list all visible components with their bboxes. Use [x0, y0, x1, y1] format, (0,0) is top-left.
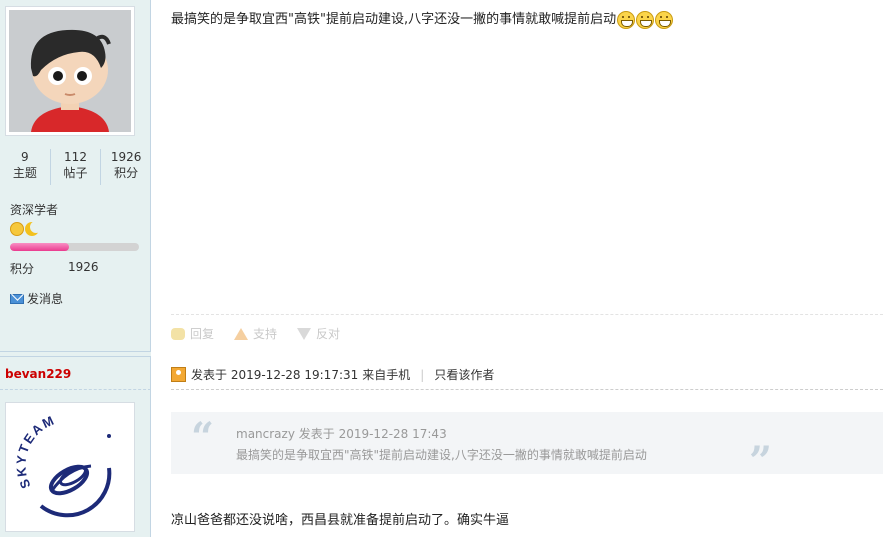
score-label: 积分 [10, 262, 35, 276]
online-status-icon [171, 367, 186, 382]
score-value: 1926 [68, 260, 99, 274]
stat-value: 1926 [110, 150, 142, 164]
post-text: 凉山爸爸都还没说啥，西昌县就准备提前启动了。确实牛逼 [171, 513, 510, 528]
moon-icon [25, 221, 42, 236]
reply-label: 回复 [190, 327, 215, 341]
post-body: 最搞笑的是争取宜西"高铁"提前启动建设,八字还没一撇的事情就敢喊提前启动 [171, 10, 674, 30]
thumbs-down-icon [297, 327, 312, 340]
open-quote-icon: “ [191, 414, 215, 461]
author-sidebar: 9 主题 112 帖子 1926 积分 资深学者 积分 1926 发消息 bev… [0, 0, 151, 537]
oppose-button[interactable]: 反对 [297, 325, 340, 342]
close-quote-icon: ” [749, 438, 773, 485]
oppose-label: 反对 [316, 327, 341, 341]
meta-divider-line [171, 389, 883, 390]
post-timestamp: 发表于 2019-12-28 19:17:31 [191, 368, 359, 382]
post-source: 来自手机 [362, 368, 411, 382]
username-link[interactable]: bevan229 [5, 367, 71, 381]
stat-credits[interactable]: 1926 积分 [100, 149, 151, 185]
logo-lettering: SKYTEAM [13, 412, 55, 491]
reply-button[interactable]: 回复 [171, 325, 214, 342]
post-actions: 回复 支持 反对 [171, 325, 340, 342]
grin-icon [617, 11, 636, 29]
quote-author: mancrazy 发表于 2019-12-28 17:43 [236, 427, 447, 441]
cartoon-boy-avatar-icon [9, 10, 131, 132]
quote-block: “ mancrazy 发表于 2019-12-28 17:43 最搞笑的是争取宜… [171, 412, 883, 482]
grin-icon [655, 11, 674, 29]
rank-icons [10, 221, 42, 236]
support-label: 支持 [253, 327, 278, 341]
post-text: 最搞笑的是争取宜西"高铁"提前启动建设,八字还没一撇的事情就敢喊提前启动 [171, 12, 617, 27]
grin-icon [636, 11, 655, 29]
author-stats: 9 主题 112 帖子 1926 积分 [0, 149, 151, 185]
quote-text: 最搞笑的是争取宜西"高铁"提前启动建设,八字还没一撇的事情就敢喊提前启动 [236, 448, 647, 462]
avatar[interactable]: SKYTEAM [5, 402, 135, 532]
only-author-link[interactable]: 只看该作者 [434, 366, 494, 383]
stat-label: 主题 [12, 166, 37, 180]
user-rank[interactable]: 资深学者 [10, 201, 58, 218]
score-row: 积分 1926 [10, 260, 140, 277]
sidebar-divider [0, 389, 151, 390]
stat-threads[interactable]: 9 主题 [0, 149, 50, 185]
avatar[interactable] [5, 6, 135, 136]
stat-value: 9 [21, 150, 29, 164]
post-actions-divider [171, 314, 883, 315]
sun-icon [10, 222, 24, 236]
thumbs-up-icon [234, 327, 249, 340]
send-message-label: 发消息 [27, 292, 64, 306]
stat-value: 112 [64, 150, 87, 164]
stat-posts[interactable]: 112 帖子 [49, 149, 101, 185]
avatar-image [9, 10, 131, 132]
skyteam-logo-icon: SKYTEAM [13, 412, 112, 518]
post-content-area: 最搞笑的是争取宜西"高铁"提前启动建设,八字还没一撇的事情就敢喊提前启动 回复 … [151, 0, 883, 537]
rank-progress-fill [10, 243, 70, 251]
reply-icon [171, 327, 185, 340]
envelope-icon [10, 293, 24, 304]
support-button[interactable]: 支持 [234, 325, 277, 342]
rank-progress-bar [10, 243, 139, 251]
send-message-link[interactable]: 发消息 [10, 290, 63, 307]
meta-divider: | [420, 367, 425, 382]
stat-label: 帖子 [63, 166, 88, 180]
svg-text:SKYTEAM: SKYTEAM [13, 412, 57, 491]
stat-label: 积分 [114, 166, 139, 180]
post-meta: 发表于 2019-12-28 19:17:31 来自手机 | 只看该作者 [171, 366, 494, 383]
